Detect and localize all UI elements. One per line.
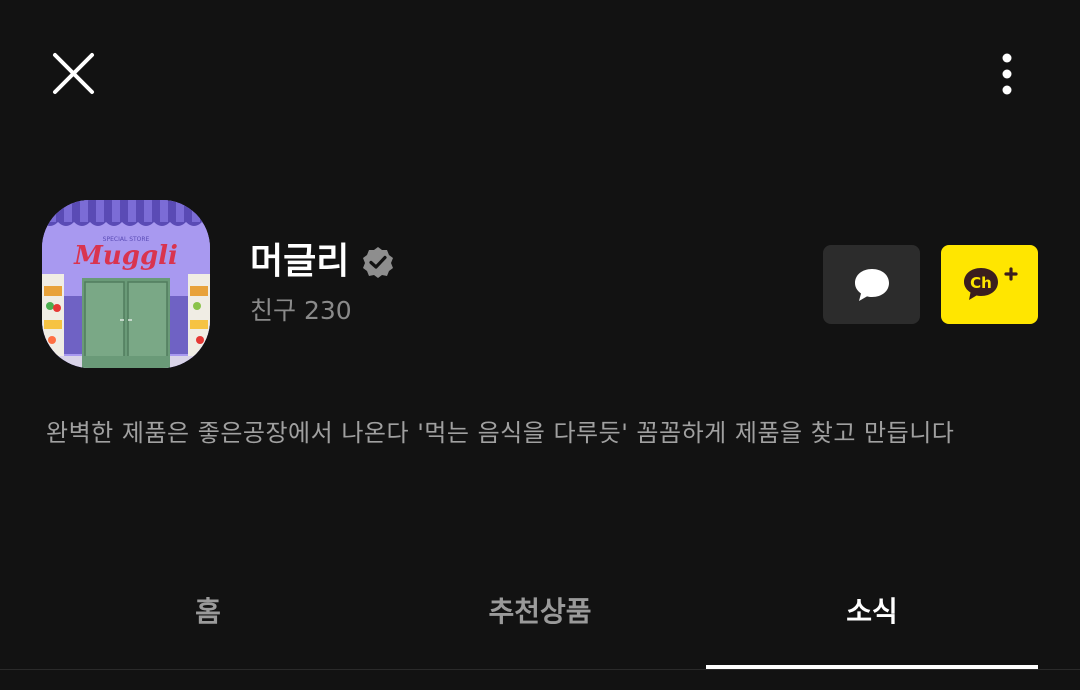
tab-home[interactable]: 홈 <box>42 570 374 670</box>
add-channel-icon: Ch <box>963 266 1018 300</box>
channel-avatar[interactable]: SPECIAL STORE Muggli <box>42 200 210 368</box>
tab-news[interactable]: 소식 <box>706 570 1038 670</box>
chat-bubble-icon <box>854 268 889 301</box>
channel-name: 머글리 <box>250 241 350 282</box>
channel-profile-screen: SPECIAL STORE Muggli 머글리 친구 230 Ch 완벽한 제… <box>0 0 1080 690</box>
tab-bar: 홈 추천상품 소식 <box>42 570 1038 670</box>
friends-count: 친구 230 <box>250 296 352 325</box>
tab-divider <box>0 669 1080 670</box>
tab-recommended-products[interactable]: 추천상품 <box>374 570 706 670</box>
close-button[interactable] <box>44 44 104 104</box>
add-channel-button[interactable]: Ch <box>941 245 1038 324</box>
verified-badge-icon <box>363 247 394 278</box>
store-front-image: SPECIAL STORE Muggli <box>42 200 210 368</box>
channel-description: 완벽한 제품은 좋은공장에서 나온다 '먹는 음식을 다루듯' 꼼꼼하게 제품을… <box>46 419 955 447</box>
add-channel-label: Ch <box>970 274 992 292</box>
more-options-button[interactable] <box>982 44 1032 104</box>
close-icon <box>53 53 94 94</box>
chat-button[interactable] <box>823 245 920 324</box>
channel-name-row: 머글리 <box>250 240 395 284</box>
store-sign-text: Muggli <box>73 241 178 271</box>
more-vertical-icon <box>1002 53 1012 95</box>
